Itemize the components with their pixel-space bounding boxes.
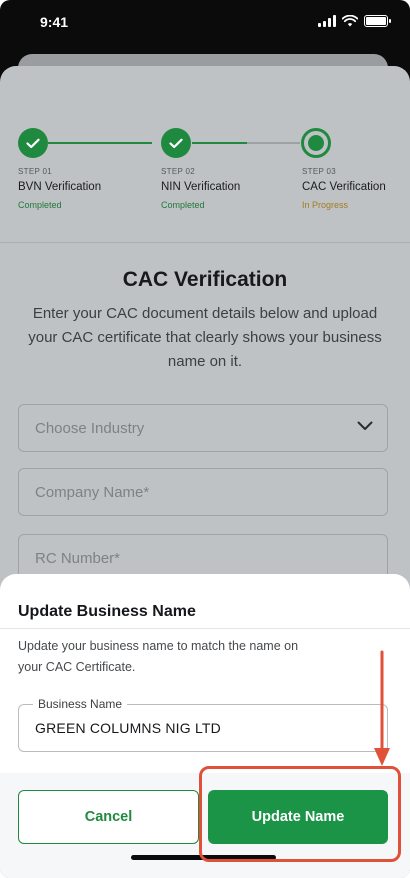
company-name-field[interactable]: Company Name* [18,468,388,516]
step-1: STEP 01 BVN Verification Completed [18,167,101,210]
stepper-connector [192,142,247,144]
status-time: 9:41 [40,14,69,30]
step-status: In Progress [302,200,349,210]
modal-divider [0,628,410,629]
status-bar: 9:41 [0,0,410,50]
step-status: Completed [161,200,205,210]
signal-icon [318,15,336,27]
battery-icon [364,15,391,27]
step-3-active-icon [301,128,331,158]
business-name-value: GREEN COLUMNS NIG LTD [35,720,221,736]
verification-stepper: STEP 01 BVN Verification Completed STEP … [0,66,410,242]
cancel-button[interactable]: Cancel [18,790,199,844]
rc-number-placeholder: RC Number* [35,549,121,567]
page-description: Enter your CAC document details below an… [28,305,382,370]
step-3: STEP 03 CAC Verification In Progress [302,167,386,210]
status-icons [318,15,391,27]
page-title: CAC Verification [122,268,288,291]
step-title: CAC Verification [302,181,386,193]
stepper-connector-pending [247,142,300,144]
step-status: Completed [18,200,62,210]
step-number: STEP 03 [302,167,336,176]
annotation-highlight-box [199,766,401,862]
wifi-icon [342,15,358,27]
phone-frame: 9:41 STEP 01 BVN Verification Completed … [0,0,410,878]
stepper-divider [0,242,410,243]
industry-select[interactable]: Choose Industry [18,404,388,452]
modal-description: Update your business name to match the n… [18,639,299,674]
company-name-placeholder: Company Name* [35,483,150,501]
business-name-field[interactable]: Business Name GREEN COLUMNS NIG LTD [18,697,388,752]
industry-placeholder: Choose Industry [35,419,145,437]
stepper-connector [48,142,152,144]
chevron-down-icon [357,421,373,430]
business-name-label: Business Name [33,697,128,711]
step-number: STEP 02 [161,167,195,176]
step-title: NIN Verification [161,181,241,193]
modal-title: Update Business Name [18,603,196,620]
step-1-check-icon [18,128,48,158]
step-number: STEP 01 [18,167,52,176]
step-2: STEP 02 NIN Verification Completed [161,167,240,210]
step-2-check-icon [161,128,191,158]
step-title: BVN Verification [18,181,102,193]
